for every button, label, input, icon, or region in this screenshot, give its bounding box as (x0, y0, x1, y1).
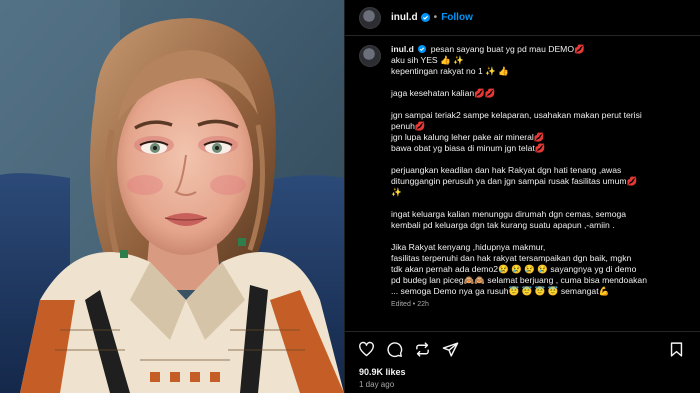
caption-line: perjuangkan keadilan dan hak Rakyat dgn … (391, 165, 622, 175)
caption-line: pd budeg lan piceg🙈🙈 selamat berjuang , … (391, 275, 647, 285)
share-button[interactable] (439, 338, 461, 360)
caption-line: jgn sampai teriak2 sampe kelaparan, usah… (391, 110, 642, 120)
header-username[interactable]: inul.d (391, 12, 418, 23)
save-button[interactable] (665, 338, 687, 360)
caption-line: ✨ (391, 187, 402, 197)
bookmark-icon (670, 341, 682, 357)
caption-line: ditunggangin perusuh ya dan jgn sampai r… (391, 176, 638, 186)
post-details-panel: inul.d • Follow inul.d pesan sayang buat… (344, 0, 700, 393)
caption-line: jaga kesehatan kalian💋💋 (391, 88, 496, 98)
caption-line: ... semoga Demo nya ga rusuh😇 😇 😇 😇 sema… (391, 286, 610, 296)
caption-username[interactable]: inul.d (391, 44, 414, 54)
edited-timestamp: Edited • 22h (391, 301, 429, 308)
portrait-image (0, 0, 344, 393)
post-header: inul.d • Follow (345, 0, 700, 36)
caption-text: pesan sayang buat yg pd mau DEMO💋 (430, 44, 585, 54)
caption-line: jgn lupa kalung leher pake air mineral💋 (391, 132, 545, 142)
comment-button[interactable] (383, 338, 405, 360)
follow-button[interactable]: Follow (441, 12, 473, 23)
instagram-post: inul.d • Follow inul.d pesan sayang buat… (0, 0, 700, 393)
share-icon (442, 341, 458, 357)
heart-icon (358, 341, 374, 356)
caption-body: inul.d pesan sayang buat yg pd mau DEMO💋… (391, 44, 691, 310)
repost-button[interactable] (411, 338, 433, 360)
caption-line: kembali pd keluarga dgn tak kurang suatu… (391, 220, 615, 230)
caption-line: kepentingan rakyat no 1 ✨ 👍 (391, 66, 509, 76)
caption-line: tdk akan pernah ada demo2😢 😢 😢 😢 sayangn… (391, 264, 637, 274)
separator-dot: • (433, 12, 438, 23)
caption-line: bawa obat yg biasa di minum jgn telat💋 (391, 143, 546, 153)
avatar[interactable] (359, 6, 381, 29)
post-photo[interactable] (0, 0, 344, 393)
caption-line: aku sih YES 👍 ✨ (391, 55, 464, 65)
caption-avatar[interactable] (359, 45, 381, 67)
caption-area: inul.d pesan sayang buat yg pd mau DEMO💋… (345, 44, 700, 330)
comment-icon (386, 341, 402, 357)
caption-line: Jika Rakyat kenyang ,hidupnya makmur, (391, 242, 546, 252)
like-button[interactable] (355, 338, 377, 360)
caption: inul.d pesan sayang buat yg pd mau DEMO💋… (359, 44, 700, 310)
caption-line: fasilitas terpenuhi dan hak rakyat tersa… (391, 253, 632, 263)
divider (345, 331, 700, 332)
verified-badge-icon (418, 45, 427, 53)
action-bar (345, 336, 700, 362)
repost-icon (415, 341, 429, 357)
caption-line: inul.d pesan sayang buat yg pd mau DEMO💋 (391, 44, 691, 55)
post-timestamp[interactable]: 1 day ago (359, 380, 394, 389)
caption-line: ingat keluarga kalian menunggu dirumah d… (391, 209, 627, 219)
caption-line: penuh💋 (391, 121, 426, 131)
verified-badge-icon (420, 13, 430, 22)
likes-count[interactable]: 90.9K likes (359, 367, 406, 377)
